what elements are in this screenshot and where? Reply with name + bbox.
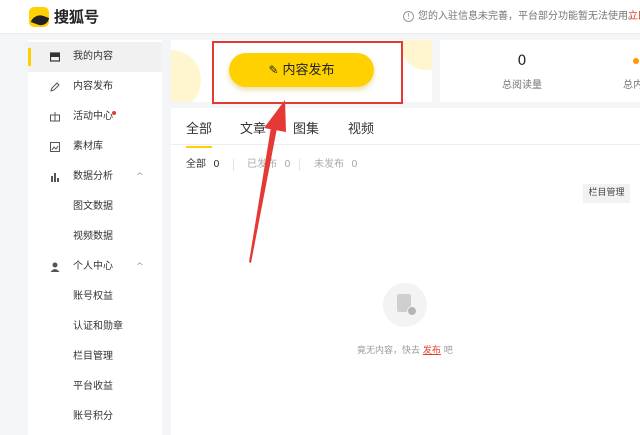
- user-icon: [50, 262, 60, 272]
- filter-divider: [299, 159, 300, 171]
- sohu-logo-icon[interactable]: [29, 7, 49, 27]
- filter-all-label: 全部: [186, 159, 206, 170]
- stats-card: 0 总阅读量 总内: [440, 40, 640, 102]
- sidebar-item-label: 视频数据: [73, 231, 113, 242]
- tab-videos[interactable]: 视频: [348, 121, 374, 139]
- sidebar-item-label: 个人中心: [73, 261, 113, 272]
- filter-published-label: 已发布: [247, 159, 277, 170]
- sidebar-item-label: 活动中心: [73, 111, 113, 122]
- filter-unpublished-count: 0: [351, 159, 358, 170]
- sidebar-subitem-verification[interactable]: 认证和勋章: [28, 312, 162, 342]
- sidebar-item-publish[interactable]: 内容发布: [28, 72, 162, 102]
- empty-suffix: 吧: [443, 346, 453, 356]
- sidebar: 我的内容 内容发布 活动中心 素材库 数据分析 ^ 图文数据 视频数据 个人中心…: [28, 40, 162, 435]
- chevron-up-icon[interactable]: ^: [136, 162, 144, 192]
- logo-text[interactable]: 搜狐号: [54, 7, 99, 27]
- chevron-up-icon[interactable]: ^: [136, 252, 144, 282]
- sidebar-subitem-account-rights[interactable]: 账号权益: [28, 282, 162, 312]
- filter-published[interactable]: 已发布 0: [247, 158, 291, 172]
- filter-all-count: 0: [213, 159, 220, 170]
- sidebar-item-activity[interactable]: 活动中心: [28, 102, 162, 132]
- sidebar-item-label: 我的内容: [73, 51, 113, 62]
- inbox-icon: [50, 52, 60, 62]
- notice-link[interactable]: 立即: [628, 10, 640, 24]
- empty-publish-link[interactable]: 发布: [423, 346, 441, 356]
- decoration-circle: [171, 50, 201, 102]
- sidebar-item-label: 数据分析: [73, 171, 113, 182]
- image-icon: [50, 142, 60, 152]
- sidebar-item-label: 认证和勋章: [73, 321, 123, 332]
- filter-published-count: 0: [284, 159, 291, 170]
- sidebar-item-label: 账号积分: [73, 411, 113, 422]
- sidebar-item-materials[interactable]: 素材库: [28, 132, 162, 162]
- stat-indicator-dot: [633, 58, 639, 64]
- empty-prefix: 竟无内容，快去: [357, 346, 421, 356]
- sidebar-item-label: 平台收益: [73, 381, 113, 392]
- tab-divider: [171, 144, 640, 145]
- sidebar-subitem-article-data[interactable]: 图文数据: [28, 192, 162, 222]
- empty-document-icon: [383, 283, 427, 327]
- sidebar-subitem-column-manage[interactable]: 栏目管理: [28, 342, 162, 372]
- sidebar-item-label: 图文数据: [73, 201, 113, 212]
- sidebar-item-label: 栏目管理: [73, 351, 113, 362]
- notification-dot: [112, 111, 116, 115]
- total-reads-label: 总阅读量: [502, 80, 542, 91]
- tab-articles[interactable]: 文章: [240, 121, 266, 139]
- highlight-annotation-box: [212, 41, 403, 104]
- filter-divider: [233, 159, 234, 171]
- tab-galleries[interactable]: 图集: [293, 121, 319, 139]
- total-reads-value: 0: [517, 53, 527, 69]
- empty-state-text: 竟无内容，快去 发布 吧: [357, 345, 453, 357]
- gift-icon: [50, 112, 60, 122]
- sidebar-item-analytics[interactable]: 数据分析 ^: [28, 162, 162, 192]
- decoration-circle: [401, 40, 432, 70]
- filter-unpublished-label: 未发布: [314, 159, 344, 170]
- sidebar-item-label: 内容发布: [73, 81, 113, 92]
- notice-text: 您的入驻信息未完善，平台部分功能暂无法使用。: [418, 11, 638, 22]
- sidebar-subitem-points[interactable]: 账号积分: [28, 402, 162, 432]
- column-manage-button[interactable]: 栏目管理: [583, 184, 630, 203]
- sidebar-item-my-content[interactable]: 我的内容: [28, 42, 162, 72]
- tab-all[interactable]: 全部: [186, 121, 213, 148]
- sidebar-subitem-video-data[interactable]: 视频数据: [28, 222, 162, 252]
- content-panel: 全部 文章 图集 视频 全部 0 已发布 0 未发布 0 栏目管理 竟无内容，快…: [171, 108, 640, 435]
- filter-unpublished[interactable]: 未发布 0: [314, 158, 358, 172]
- top-bar: 搜狐号 ! 您的入驻信息未完善，平台部分功能暂无法使用。 立即: [0, 0, 640, 34]
- pencil-icon: [50, 82, 60, 92]
- sidebar-item-label: 素材库: [73, 141, 103, 152]
- bar-chart-icon: [51, 173, 59, 182]
- info-icon: !: [403, 11, 414, 22]
- sidebar-item-personal-center[interactable]: 个人中心 ^: [28, 252, 162, 282]
- filter-all[interactable]: 全部 0: [186, 158, 220, 172]
- total-content-label: 总内: [623, 80, 640, 91]
- sidebar-subitem-earnings[interactable]: 平台收益: [28, 372, 162, 402]
- sidebar-item-label: 账号权益: [73, 291, 113, 302]
